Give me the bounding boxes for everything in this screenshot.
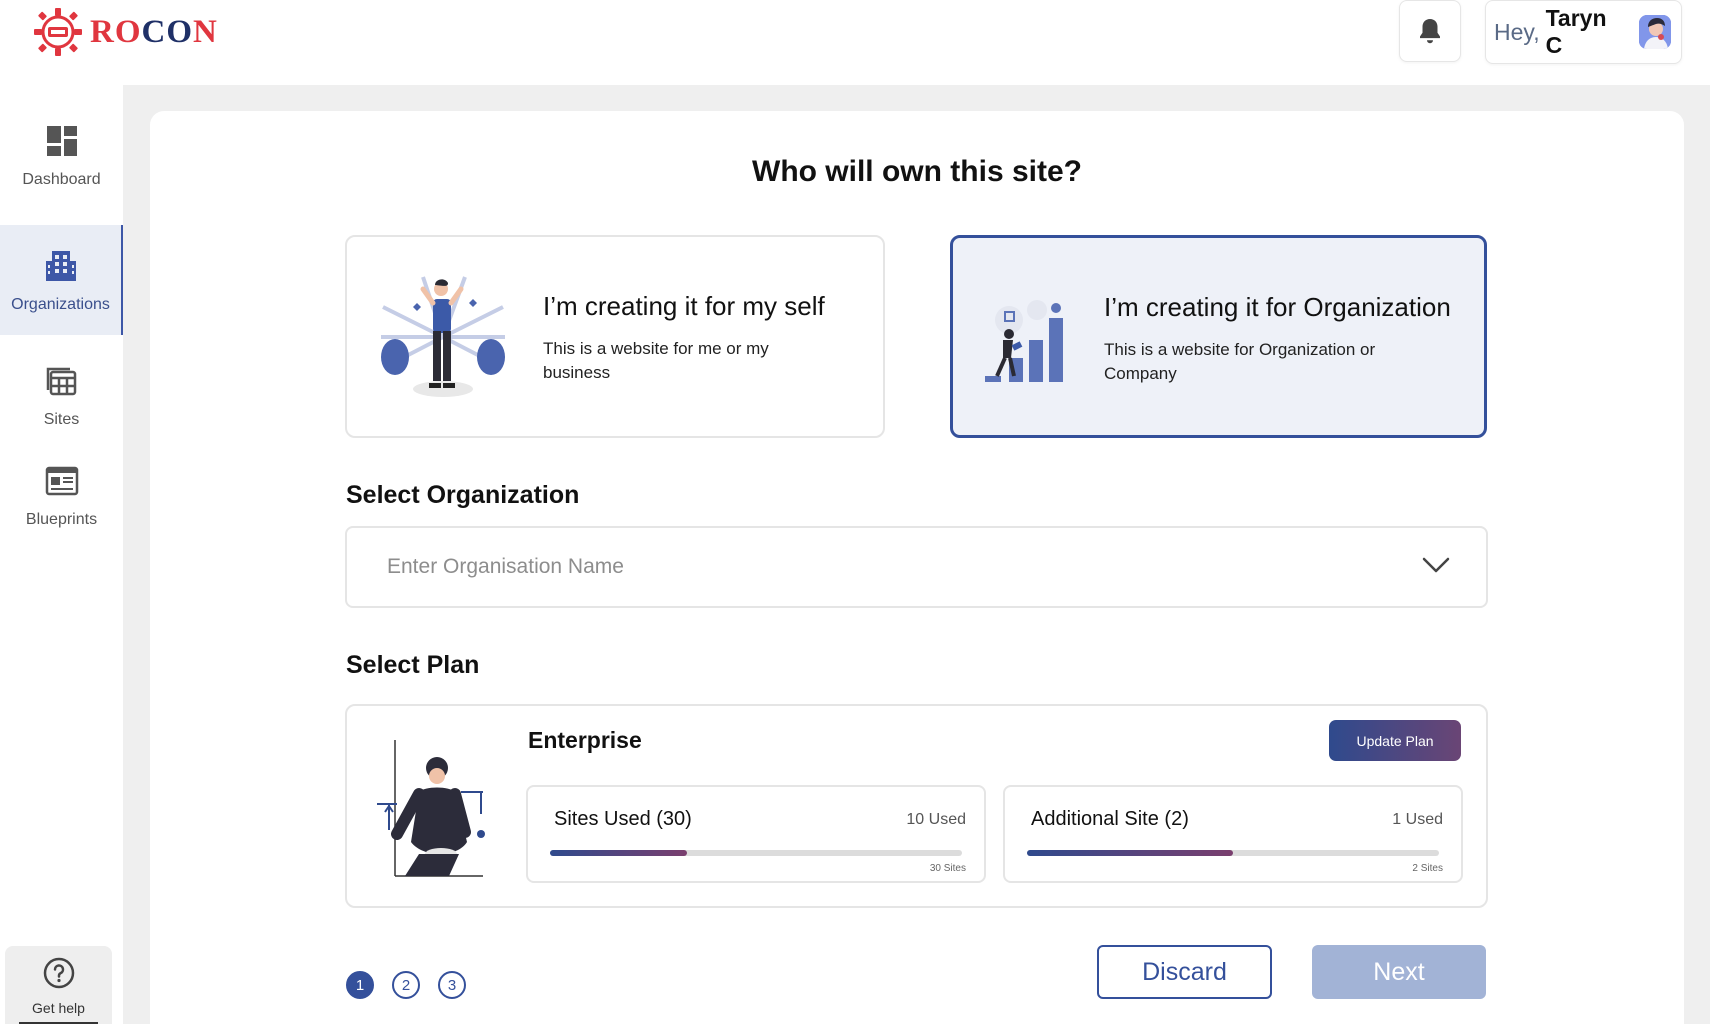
help-circle-icon — [43, 957, 74, 989]
logo-text-n: N — [193, 13, 218, 50]
notifications-button[interactable] — [1399, 0, 1461, 62]
sidebar-item-blueprints[interactable]: Blueprints — [0, 440, 123, 550]
step-3[interactable]: 3 — [438, 971, 466, 999]
person-analytics-illustration — [377, 740, 485, 877]
sidebar: Dashboard Organizations Sites Blueprints… — [0, 85, 123, 1024]
building-icon — [41, 246, 81, 286]
page-title: Who will own this site? — [752, 155, 1082, 188]
sites-used-total: 30 Sites — [929, 863, 966, 874]
option-organization-desc: This is a website for Organization or Co… — [1104, 340, 1376, 383]
sites-used-count: 10 Used — [906, 811, 966, 828]
sidebar-item-label: Sites — [43, 411, 80, 428]
get-help-label: Get help — [32, 1000, 85, 1016]
sidebar-item-organizations[interactable]: Organizations — [0, 225, 123, 335]
additional-site-progress-track — [1027, 850, 1439, 856]
sidebar-item-sites[interactable]: Sites — [0, 340, 123, 450]
logo-text-ro: RO — [90, 13, 142, 50]
avatar — [1638, 15, 1671, 49]
user-menu[interactable]: Hey, Taryn C — [1485, 0, 1682, 64]
next-button[interactable]: Next — [1312, 945, 1486, 999]
sites-icon — [42, 361, 82, 401]
organization-select[interactable]: Enter Organisation Name — [345, 526, 1488, 608]
blueprint-icon — [42, 461, 82, 501]
option-organization-title: I’m creating it for Organization — [1104, 292, 1451, 322]
step-indicator: 1 2 3 — [346, 971, 466, 999]
sidebar-item-label: Dashboard — [22, 171, 101, 188]
user-name: Taryn C — [1545, 5, 1607, 58]
additional-site-total: 2 Sites — [1412, 863, 1443, 874]
select-organization-label: Select Organization — [346, 481, 580, 509]
gear-logo-icon — [34, 8, 82, 56]
option-organization-card[interactable]: I’m creating it for Organization This is… — [950, 235, 1487, 438]
top-header: ROCON Hey, Taryn C — [0, 0, 1710, 85]
sites-used-box: Sites Used (30) 10 Used 30 Sites — [526, 785, 986, 883]
logo-text-co: CO — [141, 13, 193, 50]
growth-chart-illustration — [985, 300, 1063, 382]
option-self-desc: This is a website for me or my business — [543, 339, 769, 382]
plan-name: Enterprise — [528, 727, 642, 753]
logo-wordmark: ROCON — [90, 14, 218, 51]
additional-site-title: Additional Site (2) — [1031, 808, 1189, 830]
select-plan-label: Select Plan — [346, 651, 480, 679]
additional-site-count: 1 Used — [1392, 811, 1443, 828]
additional-site-progress-fill — [1027, 850, 1233, 856]
sidebar-item-dashboard[interactable]: Dashboard — [0, 100, 123, 210]
step-1[interactable]: 1 — [346, 971, 374, 999]
sites-used-title: Sites Used (30) — [554, 808, 692, 830]
step-2[interactable]: 2 — [392, 971, 420, 999]
organization-select-placeholder: Enter Organisation Name — [387, 555, 624, 578]
plan-card: Enterprise Update Plan Sites Used (30) 1… — [345, 704, 1488, 908]
greeting-text: Hey, — [1494, 18, 1540, 45]
person-celebrating-illustration — [381, 276, 505, 397]
chevron-down-icon — [1422, 557, 1450, 573]
discard-button[interactable]: Discard — [1097, 945, 1272, 999]
sidebar-item-label: Blueprints — [25, 511, 98, 528]
update-plan-button[interactable]: Update Plan — [1329, 720, 1461, 761]
bell-icon — [1420, 19, 1440, 44]
additional-site-box: Additional Site (2) 1 Used 2 Sites — [1003, 785, 1463, 883]
option-self-title: I’m creating it for my self — [543, 291, 825, 321]
dashboard-icon — [42, 121, 82, 161]
sites-used-progress-fill — [550, 850, 688, 856]
sites-used-progress-track — [550, 850, 962, 856]
rocon-logo[interactable]: ROCON — [32, 6, 218, 58]
get-help-button[interactable]: Get help — [5, 946, 112, 1024]
sidebar-item-label: Organizations — [11, 296, 110, 313]
option-self-card[interactable]: I’m creating it for my self This is a we… — [345, 235, 885, 438]
